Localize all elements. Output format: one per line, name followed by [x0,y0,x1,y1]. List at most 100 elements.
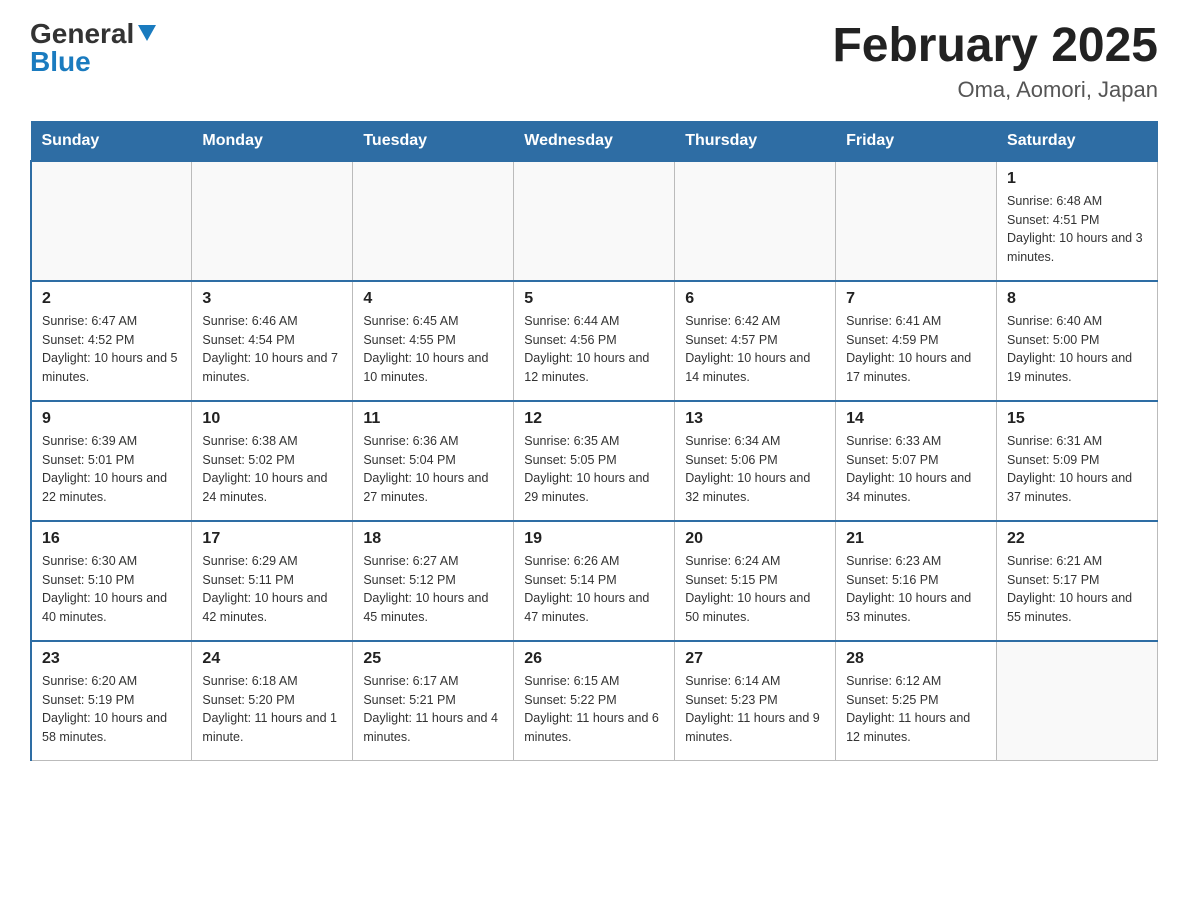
day-number: 20 [685,530,825,548]
day-sun-info: Sunrise: 6:24 AMSunset: 5:15 PMDaylight:… [685,552,825,627]
day-sun-info: Sunrise: 6:39 AMSunset: 5:01 PMDaylight:… [42,432,181,507]
title-block: February 2025 Oma, Aomori, Japan [832,20,1158,103]
day-number: 5 [524,290,664,308]
calendar-body: 1 Sunrise: 6:48 AMSunset: 4:51 PMDaylight… [31,161,1158,761]
calendar-cell: 10Sunrise: 6:38 AMSunset: 5:02 PMDayligh… [192,401,353,521]
calendar-cell: 28 Sunrise: 6:12 AMSunset: 5:25 PMDayligh… [836,641,997,761]
calendar-cell: 12 Sunrise: 6:35 AMSunset: 5:05 PMDayligh… [514,401,675,521]
calendar-cell: 18 Sunrise: 6:27 AMSunset: 5:12 PMDayligh… [353,521,514,641]
day-number: 18 [363,530,503,548]
calendar-cell [353,161,514,281]
day-number: 21 [846,530,986,548]
calendar-cell [997,641,1158,761]
day-number: 13 [685,410,825,428]
day-header-row: SundayMondayTuesdayWednesdayThursdayFrid… [31,121,1158,161]
calendar-week-row: 9 Sunrise: 6:39 AMSunset: 5:01 PMDaylight… [31,401,1158,521]
day-number: 24 [202,650,342,668]
location-text: Oma, Aomori, Japan [832,77,1158,103]
day-number: 11 [363,410,503,428]
calendar-cell: 9 Sunrise: 6:39 AMSunset: 5:01 PMDaylight… [31,401,192,521]
day-sun-info: Sunrise: 6:40 AMSunset: 5:00 PMDaylight:… [1007,312,1147,387]
day-number: 28 [846,650,986,668]
calendar-week-row: 23 Sunrise: 6:20 AMSunset: 5:19 PMDayligh… [31,641,1158,761]
calendar-cell: 25 Sunrise: 6:17 AMSunset: 5:21 PMDayligh… [353,641,514,761]
day-sun-info: Sunrise: 6:17 AMSunset: 5:21 PMDaylight:… [363,672,503,747]
calendar-cell: 17 Sunrise: 6:29 AMSunset: 5:11 PMDayligh… [192,521,353,641]
day-sun-info: Sunrise: 6:14 AMSunset: 5:23 PMDaylight:… [685,672,825,747]
day-sun-info: Sunrise: 6:12 AMSunset: 5:25 PMDaylight:… [846,672,986,747]
calendar-cell: 5Sunrise: 6:44 AMSunset: 4:56 PMDaylight… [514,281,675,401]
day-sun-info: Sunrise: 6:18 AMSunset: 5:20 PMDaylight:… [202,672,342,747]
calendar-cell: 27 Sunrise: 6:14 AMSunset: 5:23 PMDayligh… [675,641,836,761]
logo-blue-text: Blue [30,46,91,77]
day-sun-info: Sunrise: 6:46 AMSunset: 4:54 PMDaylight:… [202,312,342,387]
day-number: 3 [202,290,342,308]
logo-general-text: General [30,20,134,48]
day-number: 8 [1007,290,1147,308]
day-sun-info: Sunrise: 6:35 AMSunset: 5:05 PMDaylight:… [524,432,664,507]
calendar-cell: 24 Sunrise: 6:18 AMSunset: 5:20 PMDayligh… [192,641,353,761]
day-number: 16 [42,530,181,548]
day-sun-info: Sunrise: 6:27 AMSunset: 5:12 PMDaylight:… [363,552,503,627]
calendar-cell: 21 Sunrise: 6:23 AMSunset: 5:16 PMDayligh… [836,521,997,641]
day-sun-info: Sunrise: 6:31 AMSunset: 5:09 PMDaylight:… [1007,432,1147,507]
day-number: 17 [202,530,342,548]
day-header-saturday: Saturday [997,121,1158,161]
day-header-wednesday: Wednesday [514,121,675,161]
day-number: 9 [42,410,181,428]
day-sun-info: Sunrise: 6:23 AMSunset: 5:16 PMDaylight:… [846,552,986,627]
day-sun-info: Sunrise: 6:41 AMSunset: 4:59 PMDaylight:… [846,312,986,387]
day-sun-info: Sunrise: 6:20 AMSunset: 5:19 PMDaylight:… [42,672,181,747]
day-sun-info: Sunrise: 6:42 AMSunset: 4:57 PMDaylight:… [685,312,825,387]
day-number: 2 [42,290,181,308]
calendar-header: SundayMondayTuesdayWednesdayThursdayFrid… [31,121,1158,161]
day-header-sunday: Sunday [31,121,192,161]
day-number: 23 [42,650,181,668]
calendar-cell: 11Sunrise: 6:36 AMSunset: 5:04 PMDayligh… [353,401,514,521]
page-header: General Blue February 2025 Oma, Aomori, … [30,20,1158,103]
day-header-monday: Monday [192,121,353,161]
day-sun-info: Sunrise: 6:26 AMSunset: 5:14 PMDaylight:… [524,552,664,627]
day-number: 7 [846,290,986,308]
day-header-thursday: Thursday [675,121,836,161]
day-number: 27 [685,650,825,668]
day-sun-info: Sunrise: 6:45 AMSunset: 4:55 PMDaylight:… [363,312,503,387]
calendar-cell: 22Sunrise: 6:21 AMSunset: 5:17 PMDayligh… [997,521,1158,641]
day-sun-info: Sunrise: 6:29 AMSunset: 5:11 PMDaylight:… [202,552,342,627]
calendar-cell: 4 Sunrise: 6:45 AMSunset: 4:55 PMDaylight… [353,281,514,401]
logo-arrow-icon [136,21,158,43]
day-sun-info: Sunrise: 6:48 AMSunset: 4:51 PMDaylight:… [1007,192,1147,267]
calendar-cell: 6Sunrise: 6:42 AMSunset: 4:57 PMDaylight… [675,281,836,401]
calendar-week-row: 16 Sunrise: 6:30 AMSunset: 5:10 PMDayligh… [31,521,1158,641]
day-number: 19 [524,530,664,548]
logo: General Blue [30,20,158,76]
calendar-cell: 13 Sunrise: 6:34 AMSunset: 5:06 PMDayligh… [675,401,836,521]
calendar-cell [31,161,192,281]
day-sun-info: Sunrise: 6:21 AMSunset: 5:17 PMDaylight:… [1007,552,1147,627]
calendar-cell [675,161,836,281]
calendar-cell: 20 Sunrise: 6:24 AMSunset: 5:15 PMDayligh… [675,521,836,641]
day-header-tuesday: Tuesday [353,121,514,161]
day-sun-info: Sunrise: 6:30 AMSunset: 5:10 PMDaylight:… [42,552,181,627]
calendar-table: SundayMondayTuesdayWednesdayThursdayFrid… [30,121,1158,762]
day-number: 12 [524,410,664,428]
day-number: 4 [363,290,503,308]
calendar-cell: 2Sunrise: 6:47 AMSunset: 4:52 PMDaylight… [31,281,192,401]
day-number: 26 [524,650,664,668]
day-sun-info: Sunrise: 6:34 AMSunset: 5:06 PMDaylight:… [685,432,825,507]
calendar-week-row: 2Sunrise: 6:47 AMSunset: 4:52 PMDaylight… [31,281,1158,401]
calendar-cell: 14 Sunrise: 6:33 AMSunset: 5:07 PMDayligh… [836,401,997,521]
day-sun-info: Sunrise: 6:33 AMSunset: 5:07 PMDaylight:… [846,432,986,507]
calendar-cell: 16 Sunrise: 6:30 AMSunset: 5:10 PMDayligh… [31,521,192,641]
day-number: 1 [1007,170,1147,188]
calendar-cell: 3 Sunrise: 6:46 AMSunset: 4:54 PMDaylight… [192,281,353,401]
day-number: 25 [363,650,503,668]
day-number: 14 [846,410,986,428]
calendar-week-row: 1 Sunrise: 6:48 AMSunset: 4:51 PMDaylight… [31,161,1158,281]
calendar-cell [836,161,997,281]
calendar-cell: 8 Sunrise: 6:40 AMSunset: 5:00 PMDaylight… [997,281,1158,401]
calendar-cell: 7 Sunrise: 6:41 AMSunset: 4:59 PMDaylight… [836,281,997,401]
calendar-cell: 26Sunrise: 6:15 AMSunset: 5:22 PMDayligh… [514,641,675,761]
calendar-cell [514,161,675,281]
day-header-friday: Friday [836,121,997,161]
